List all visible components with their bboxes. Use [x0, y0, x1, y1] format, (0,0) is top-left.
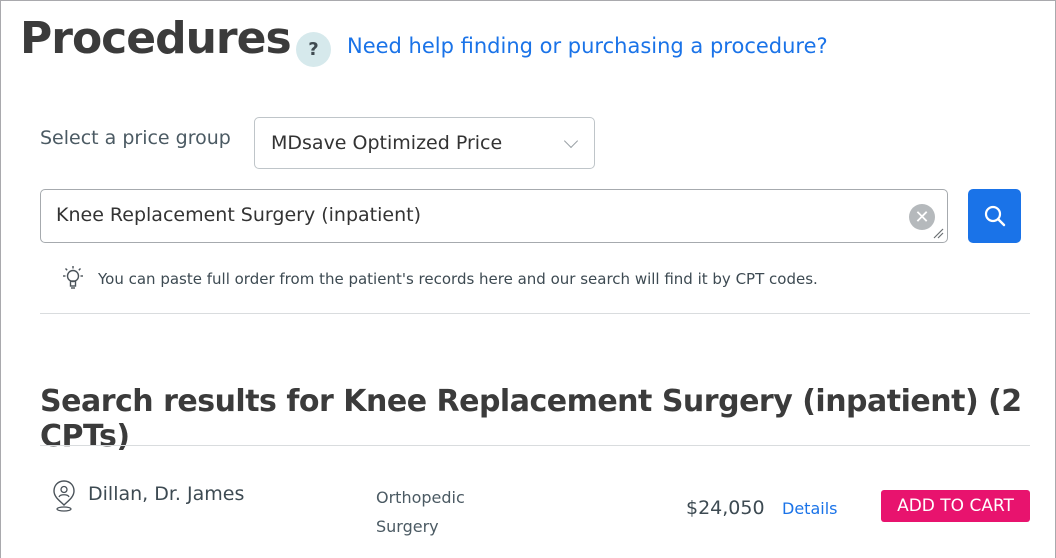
search-input-value: Knee Replacement Surgery (inpatient) [56, 204, 421, 226]
price-group-selected-value: MDsave Optimized Price [271, 132, 503, 154]
search-icon [984, 205, 1005, 227]
provider-specialty: Orthopedic Surgery [376, 488, 465, 536]
procedure-price: $24,050 [686, 497, 765, 519]
add-to-cart-button[interactable]: ADD TO CART [881, 490, 1030, 522]
details-link[interactable]: Details [782, 499, 837, 518]
divider [40, 313, 1030, 314]
price-group-select[interactable]: MDsave Optimized Price [254, 117, 595, 169]
help-link[interactable]: Need help finding or purchasing a proced… [347, 34, 828, 58]
search-button[interactable] [968, 189, 1021, 243]
resize-handle-icon[interactable] [932, 227, 944, 239]
provider-location-icon [53, 480, 75, 512]
divider [40, 445, 1030, 446]
results-title: Search results for Knee Replacement Surg… [40, 384, 1022, 454]
page-frame: Procedures ? Need help finding or purcha… [0, 0, 1056, 558]
search-tip: You can paste full order from the patien… [98, 270, 818, 288]
page-title: Procedures [20, 13, 292, 64]
lightbulb-icon [63, 266, 83, 289]
help-icon[interactable]: ? [296, 32, 331, 67]
search-input[interactable]: Knee Replacement Surgery (inpatient) ✕ [40, 189, 948, 243]
price-group-label: Select a price group [40, 127, 231, 149]
chevron-down-icon [563, 133, 579, 149]
provider-name[interactable]: Dillan, Dr. James [88, 483, 244, 505]
